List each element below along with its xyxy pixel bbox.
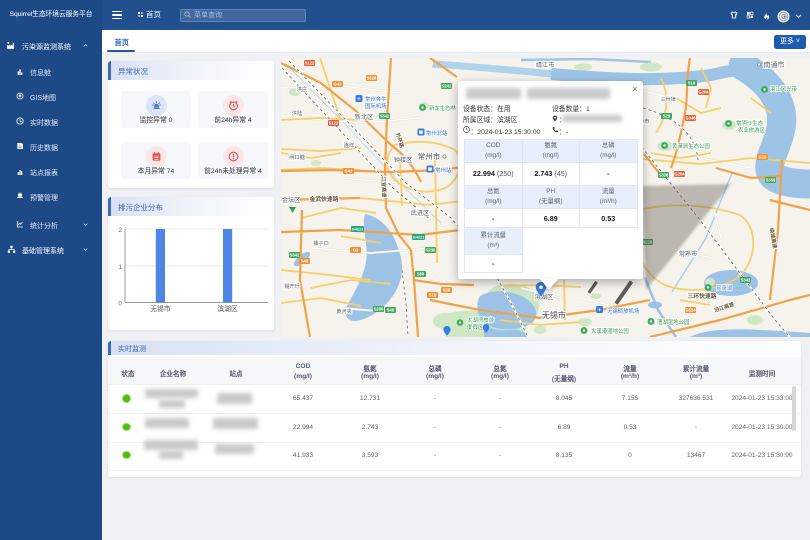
svg-text:S241: S241 (442, 84, 452, 89)
svg-text:G15: G15 (759, 155, 768, 160)
svg-text:无锡市: 无锡市 (150, 304, 171, 313)
svg-text:国际机场: 国际机场 (365, 102, 387, 110)
svg-text:G2: G2 (353, 248, 359, 253)
svg-text:铺子口: 铺子口 (313, 239, 329, 247)
svg-text:S18: S18 (429, 293, 437, 298)
svg-text:武进区: 武进区 (411, 209, 430, 217)
svg-text:昆承湖: 昆承湖 (716, 284, 732, 292)
svg-text:S230: S230 (426, 248, 436, 253)
svg-text:S88: S88 (417, 272, 425, 277)
svg-text:滨湖区: 滨湖区 (535, 293, 554, 301)
svg-text:常州奔牛: 常州奔牛 (365, 95, 387, 103)
svg-text:滨江风光带: 滨江风光带 (770, 85, 798, 93)
svg-text:1: 1 (118, 264, 122, 271)
svg-text:南通市: 南通市 (764, 60, 785, 69)
svg-text:S48: S48 (387, 308, 395, 313)
svg-text:外环路: 外环路 (394, 131, 407, 149)
svg-text:沿江高速: 沿江高速 (713, 300, 736, 315)
svg-text:三环快速路: 三环快速路 (688, 292, 717, 300)
svg-text:G42: G42 (345, 169, 354, 174)
svg-text:S338: S338 (659, 173, 669, 178)
svg-text:闸口糖: 闸口糖 (289, 153, 305, 161)
svg-text:S38: S38 (443, 288, 451, 293)
svg-text:金坛区: 金坛区 (282, 196, 301, 204)
svg-text:G346: G346 (685, 116, 696, 121)
svg-text:S342: S342 (290, 253, 300, 258)
svg-text:S528: S528 (367, 76, 377, 81)
svg-text:常州市: 常州市 (418, 151, 441, 161)
svg-text:G4221: G4221 (413, 236, 424, 240)
svg-text:无锡市: 无锡市 (542, 310, 566, 320)
svg-text:新龙生态林: 新龙生态林 (429, 104, 457, 112)
svg-text:常州站: 常州站 (435, 166, 452, 174)
svg-text:江宜高速: 江宜高速 (380, 177, 389, 199)
svg-text:常阴沙生态: 常阴沙生态 (736, 119, 764, 127)
svg-text:G204: G204 (698, 90, 709, 95)
svg-text:度假区: 度假区 (467, 323, 484, 331)
svg-text:G204: G204 (674, 172, 685, 177)
svg-text:S342: S342 (380, 114, 390, 119)
svg-text:S280: S280 (374, 307, 384, 312)
svg-text:0: 0 (118, 301, 122, 308)
svg-text:✈: ✈ (597, 308, 601, 314)
svg-text:太湖湾旅游: 太湖湾旅游 (467, 316, 495, 324)
svg-text:G42: G42 (334, 82, 343, 87)
svg-text:S48: S48 (301, 259, 309, 264)
svg-text:S29: S29 (663, 114, 671, 119)
svg-text:黄河夹: 黄河夹 (336, 307, 352, 315)
svg-text:S358: S358 (766, 178, 776, 183)
svg-text:大溪港湿地公园: 大溪港湿地公园 (591, 327, 629, 335)
svg-text:S19: S19 (688, 81, 696, 86)
svg-text:常熟市: 常熟市 (679, 250, 698, 258)
svg-text:漕湖湿地公园: 漕湖湿地公园 (657, 318, 689, 326)
svg-text:连垟: 连垟 (344, 141, 354, 149)
svg-text:无锡硕放机场: 无锡硕放机场 (607, 307, 640, 315)
svg-text:农业旅游区: 农业旅游区 (738, 126, 766, 134)
svg-text:S122: S122 (329, 121, 339, 126)
svg-text:G524: G524 (685, 308, 696, 313)
svg-text:锡开玗: 锡开玗 (284, 282, 300, 290)
svg-text:洪庄: 洪庄 (297, 85, 307, 93)
svg-text:金武快速路: 金武快速路 (309, 195, 339, 203)
svg-text:常州北站: 常州北站 (426, 129, 448, 137)
svg-text:三卅埭: 三卅埭 (660, 95, 676, 103)
svg-text:S122: S122 (305, 61, 315, 66)
svg-text:钟楼区: 钟楼区 (394, 156, 413, 164)
svg-text:G4221: G4221 (352, 228, 363, 232)
svg-text:新北区: 新北区 (355, 113, 374, 121)
svg-text:✈: ✈ (357, 97, 361, 103)
svg-text:S343: S343 (741, 278, 751, 283)
svg-text:黄潬涧生态公园: 黄潬涧生态公园 (672, 142, 710, 150)
svg-text:洪陆: 洪陆 (292, 109, 302, 117)
svg-text:靖江市: 靖江市 (536, 61, 555, 69)
svg-text:2: 2 (118, 227, 122, 234)
svg-text:滨湖区: 滨湖区 (217, 304, 238, 313)
